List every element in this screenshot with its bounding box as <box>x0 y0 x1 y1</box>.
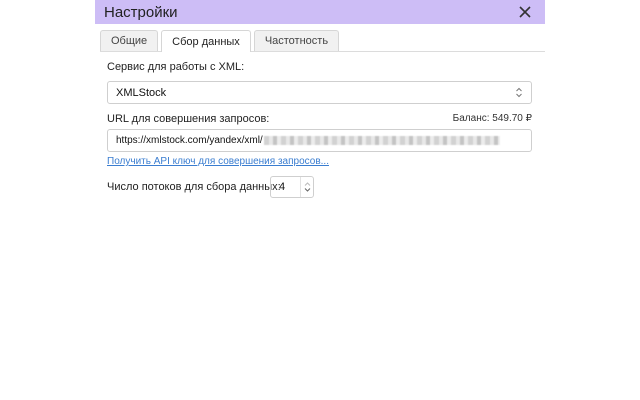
dialog-titlebar: Настройки <box>95 0 545 24</box>
threads-value: 4 <box>279 181 286 193</box>
dialog-title: Настройки <box>104 3 178 21</box>
tab-general[interactable]: Общие <box>100 30 159 51</box>
url-label: URL для совершения запросов: <box>107 113 270 125</box>
threads-label: Число потоков для сбора данных: <box>107 181 281 193</box>
tab-data-collection[interactable]: Сбор данных <box>161 30 251 52</box>
chevron-updown-icon <box>516 87 522 98</box>
stepper-arrows <box>300 177 313 197</box>
get-api-key-link[interactable]: Получить API ключ для совершения запросо… <box>107 156 329 167</box>
settings-dialog: Настройки Общие Сбор данных Частотность … <box>95 0 545 400</box>
threads-stepper[interactable]: 4 <box>270 176 314 198</box>
tab-frequency[interactable]: Частотность <box>253 30 340 51</box>
balance-text: Баланс: 549.70 ₽ <box>452 113 532 124</box>
redacted-api-key <box>263 136 500 145</box>
service-select[interactable]: XMLStock <box>107 81 532 104</box>
service-label: Сервис для работы с XML: <box>107 61 245 73</box>
close-button[interactable] <box>515 2 535 22</box>
close-icon <box>519 6 531 18</box>
stepper-down-button[interactable] <box>304 187 311 193</box>
url-input[interactable]: https://xmlstock.com/yandex/xml/ <box>107 129 532 152</box>
url-value: https://xmlstock.com/yandex/xml/ <box>116 135 263 146</box>
tab-bar: Общие Сбор данных Частотность <box>100 29 545 52</box>
service-selected-value: XMLStock <box>116 86 167 99</box>
chevron-down-icon <box>304 188 310 192</box>
